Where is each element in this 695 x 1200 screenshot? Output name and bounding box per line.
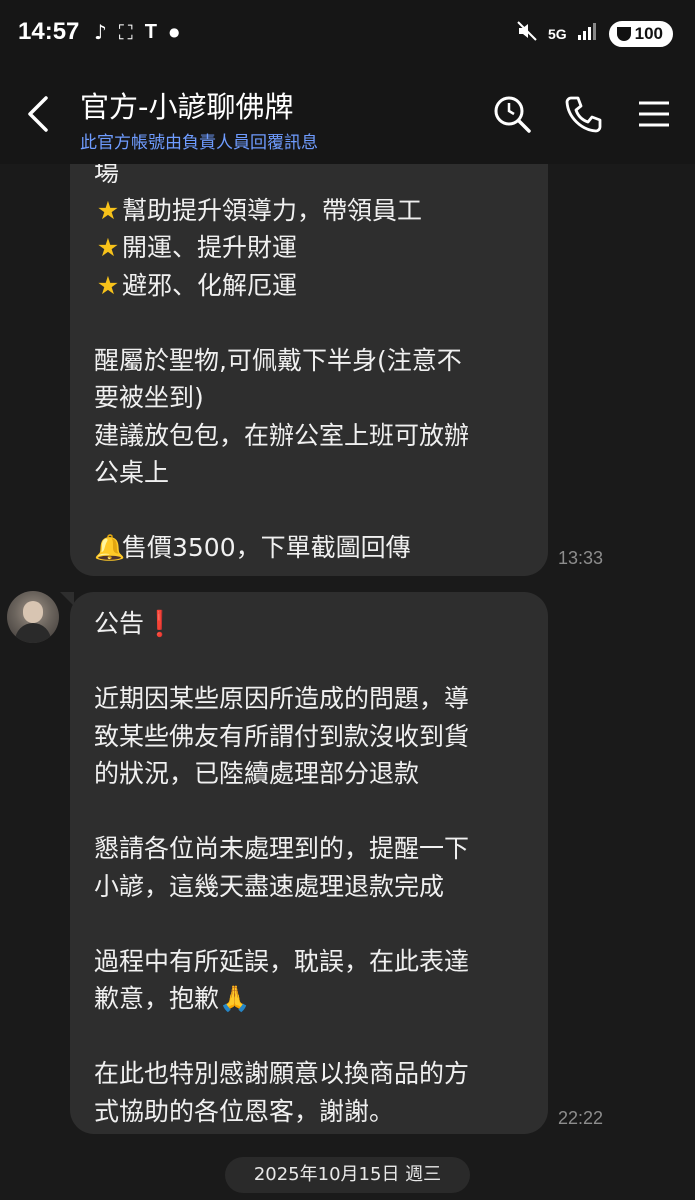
exclamation-icon: ❗ (144, 609, 176, 638)
message-line: 幫助提升領導力，帶領員工 (122, 195, 423, 225)
chat-message-list[interactable]: 場 ★ 幫助提升領導力，帶領員工 ★ 開運、提升財運 ★ 避邪、化解厄運 醒屬於聖物,… (0, 164, 695, 1200)
date-separator: 2025年10月15日 週三 (225, 1157, 470, 1193)
chat-subtitle: 此官方帳號由負責人員回覆訊息 (80, 133, 318, 153)
message-time: 22:22 (558, 1108, 604, 1128)
dot-icon: ● (168, 25, 180, 39)
status-system-icons: 5G 100 (516, 20, 673, 47)
battery-shield-icon (616, 26, 631, 41)
star-icon: ★ (96, 195, 120, 225)
back-arrow-icon (28, 96, 48, 132)
chat-title: 官方-小諺聊佛牌 (80, 90, 294, 124)
signal-icon (577, 21, 599, 46)
network-label: 5G (547, 25, 567, 42)
praying-hands-icon: 🙏 (219, 984, 251, 1013)
message-line: 場 (94, 164, 120, 187)
message-line: 式協助的各位恩客，謝謝。 (94, 1096, 395, 1126)
message-line: 致某些佛友有所謂付到款沒收到貨 (94, 721, 470, 751)
message-line: 歉意，抱歉 (94, 984, 220, 1013)
message-line: 近期因某些原因所造成的問題，導 (94, 684, 470, 713)
battery-indicator: 100 (608, 20, 673, 47)
status-notification-icons: ♪ ⛶ T ● (94, 20, 179, 44)
sender-avatar[interactable] (7, 591, 59, 643)
star-icon: ★ (96, 233, 120, 262)
mute-icon (516, 20, 538, 47)
search-icon (494, 96, 531, 133)
message-line: 醒屬於聖物,可佩戴下半身(注意不 (94, 345, 462, 375)
battery-level: 100 (634, 23, 663, 43)
status-bar: 14:57 ♪ ⛶ T ● 5G 100 (0, 0, 695, 70)
menu-button[interactable] (631, 92, 675, 136)
message-time: 13:33 (558, 548, 604, 568)
message-line: 小諺，這幾天盡速處理退款完成 (94, 871, 445, 901)
star-icon: ★ (96, 270, 120, 300)
message-line: 公告 (94, 609, 145, 638)
message-line: 開運、提升財運 (122, 233, 298, 262)
message-line: 售價3500，下單截圖回傳 (122, 533, 411, 562)
message-line: 避邪、化解厄運 (122, 270, 298, 300)
message-line: 要被坐到) (94, 383, 204, 412)
message-line: 過程中有所延誤，耽誤，在此表達 (94, 946, 470, 976)
app-notification-icon: T (144, 20, 157, 43)
back-button[interactable] (18, 92, 58, 136)
bell-icon: 🔔 (94, 533, 126, 562)
call-button[interactable] (561, 92, 605, 136)
message-line: 公桌上 (94, 458, 170, 487)
message-line: 的狀況，已陸續處理部分退款 (94, 759, 420, 788)
menu-icon (639, 101, 669, 127)
message-line: 在此也特別感謝願意以換商品的方 (94, 1059, 470, 1088)
message-line: 建議放包包，在辦公室上班可放辦 (94, 420, 470, 450)
music-note-icon: ♪ (94, 20, 107, 44)
message-bubble[interactable]: 場 ★ 幫助提升領導力，帶領員工 ★ 開運、提升財運 ★ 避邪、化解厄運 醒屬於聖物,… (70, 164, 548, 576)
message-line: 懇請各位尚未處理到的，提醒一下 (94, 834, 470, 863)
phone-icon (565, 96, 602, 133)
search-button[interactable] (490, 92, 534, 136)
screenshot-icon: ⛶ (118, 20, 133, 44)
status-time: 14:57 (18, 18, 80, 45)
chat-header: 官方-小諺聊佛牌 此官方帳號由負責人員回覆訊息 (0, 70, 695, 164)
message-bubble[interactable]: 公告❗ 近期因某些原因所造成的問題，導 致某些佛友有所謂付到款沒收到貨 的狀況，… (60, 592, 548, 1134)
